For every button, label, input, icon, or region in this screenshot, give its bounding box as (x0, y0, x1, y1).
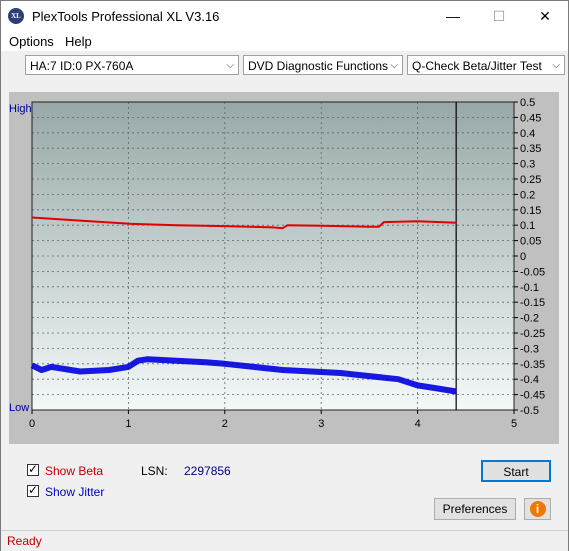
start-button[interactable]: Start (481, 460, 551, 482)
bottom-panel: Show Beta Show Jitter LSN: 2297856 Start… (9, 454, 559, 524)
app-logo-icon: XL (8, 8, 24, 24)
lsn-label: LSN: (141, 464, 168, 478)
y-tick-label: 0.1 (520, 220, 535, 232)
show-jitter-label[interactable]: Show Jitter (45, 485, 104, 499)
maximize-button[interactable]: ☐ (476, 1, 522, 32)
show-beta-label[interactable]: Show Beta (45, 464, 103, 478)
y-tick-label: 0.35 (520, 143, 541, 155)
chevron-down-icon: ⌵ (552, 60, 560, 71)
x-tick-label: 0 (29, 418, 35, 430)
chevron-down-icon: ⌵ (390, 60, 398, 71)
menu-bar: Options Help (1, 32, 568, 51)
info-icon: i (529, 501, 546, 517)
y-tick-label: 0.4 (520, 128, 535, 140)
y-tick-label: -0.2 (520, 313, 539, 325)
y-tick-label: 0.05 (520, 236, 541, 248)
preferences-button[interactable]: Preferences (434, 498, 516, 520)
y-tick-label: -0.05 (520, 266, 545, 278)
minimize-button[interactable]: — (430, 1, 476, 32)
lsn-value: 2297856 (184, 464, 231, 478)
test-select-value: Q-Check Beta/Jitter Test (412, 59, 542, 73)
drive-select[interactable]: HA:7 ID:0 PX-760A ⌵ (25, 55, 239, 75)
y-tick-label: 0 (520, 251, 526, 263)
x-tick-label: 4 (415, 418, 421, 430)
x-tick-label: 1 (125, 418, 131, 430)
close-button[interactable]: ✕ (522, 1, 568, 32)
app-window: XL PlexTools Professional XL V3.16 — ☐ ✕… (0, 0, 569, 551)
y-tick-label: -0.5 (520, 405, 539, 417)
test-select[interactable]: Q-Check Beta/Jitter Test ⌵ (407, 55, 565, 75)
y-tick-label: 0.25 (520, 174, 541, 186)
x-tick-label: 5 (511, 418, 517, 430)
function-select[interactable]: DVD Diagnostic Functions ⌵ (243, 55, 403, 75)
x-tick-label: 2 (222, 418, 228, 430)
window-title: PlexTools Professional XL V3.16 (32, 9, 220, 24)
y-tick-label: -0.15 (520, 297, 545, 309)
show-jitter-checkbox[interactable] (27, 483, 39, 497)
y-tick-label: 0.15 (520, 205, 541, 217)
chevron-down-icon: ⌵ (226, 60, 234, 71)
show-beta-checkbox[interactable] (27, 462, 39, 476)
y-tick-label: -0.25 (520, 328, 545, 340)
title-bar: XL PlexTools Professional XL V3.16 — ☐ ✕ (1, 1, 568, 32)
toolbar: HA:7 ID:0 PX-760A ⌵ DVD Diagnostic Funct… (1, 51, 568, 81)
menu-options[interactable]: Options (9, 34, 54, 49)
y-tick-label: 0.2 (520, 189, 535, 201)
high-label: High (9, 103, 32, 115)
function-select-value: DVD Diagnostic Functions (248, 59, 389, 73)
drive-select-value: HA:7 ID:0 PX-760A (30, 59, 134, 73)
y-tick-label: -0.35 (520, 359, 545, 371)
y-tick-label: -0.3 (520, 343, 539, 355)
low-label: Low (9, 402, 29, 414)
beta-jitter-chart: 0.5 0.45 0.4 0.35 0.3 0.25 0.2 0.15 0.1 0.05 0 -0.0… (9, 97, 545, 430)
y-tick-label: -0.45 (520, 390, 545, 402)
status-bar: Ready (1, 530, 568, 551)
y-tick-label: 0.5 (520, 97, 535, 109)
y-tick-label: 0.3 (520, 159, 535, 171)
info-button[interactable]: i (524, 498, 551, 520)
x-tick-label: 3 (318, 418, 324, 430)
menu-help[interactable]: Help (65, 34, 92, 49)
y-tick-label: -0.1 (520, 282, 539, 294)
y-tick-label: 0.45 (520, 112, 541, 124)
chart-panel: 0.5 0.45 0.4 0.35 0.3 0.25 0.2 0.15 0.1 0.05 0 -0.0… (9, 92, 559, 444)
status-text: Ready (7, 534, 42, 548)
y-tick-label: -0.4 (520, 374, 539, 386)
